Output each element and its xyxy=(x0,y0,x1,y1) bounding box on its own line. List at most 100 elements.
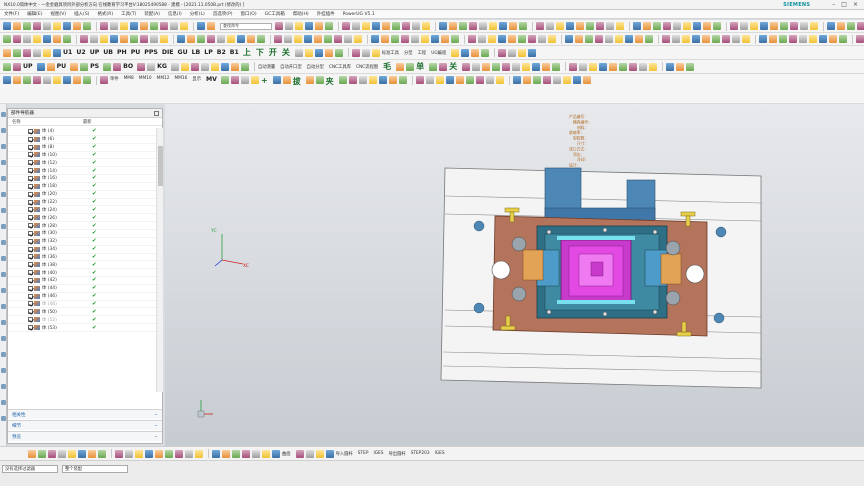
macro-button[interactable]: U2 xyxy=(76,49,85,56)
macro-button[interactable]: PS xyxy=(90,63,99,70)
command-search-input[interactable]: 查找命令 xyxy=(220,22,272,30)
maximize-icon[interactable]: □ xyxy=(841,1,847,8)
tool-icon[interactable] xyxy=(210,62,219,71)
tool-icon[interactable] xyxy=(827,22,835,30)
tool-icon[interactable] xyxy=(579,62,588,71)
navigator-row[interactable]: 体 (42) ✔ xyxy=(8,277,156,285)
tool-icon[interactable] xyxy=(98,449,106,458)
tool-icon[interactable] xyxy=(512,76,521,84)
tool-icon[interactable] xyxy=(382,22,390,30)
visibility-checkbox[interactable] xyxy=(28,223,33,229)
visibility-checkbox[interactable] xyxy=(28,128,33,134)
tool-icon[interactable] xyxy=(538,35,546,43)
tool-icon[interactable] xyxy=(750,22,758,30)
tool-label[interactable]: UG编程 xyxy=(431,50,446,56)
tool-icon[interactable] xyxy=(662,35,670,43)
sidebar-tool-icon[interactable] xyxy=(1,144,6,149)
navigator-row[interactable]: 体 (10) ✔ xyxy=(8,152,156,160)
navigator-row[interactable]: 体 (6) ✔ xyxy=(8,136,156,144)
tool-icon[interactable] xyxy=(532,62,541,71)
navigator-scrollbar[interactable] xyxy=(156,128,163,392)
visibility-checkbox[interactable] xyxy=(28,199,33,205)
tool-label[interactable]: 工程 xyxy=(418,50,427,56)
visibility-checkbox[interactable] xyxy=(28,191,33,197)
tool-icon[interactable] xyxy=(425,76,434,84)
tool-icon[interactable] xyxy=(522,62,531,71)
navigator-row[interactable]: 体 (32) ✔ xyxy=(8,238,156,246)
tool-icon[interactable] xyxy=(479,22,487,30)
sidebar-tool-icon[interactable] xyxy=(1,256,6,261)
tool-icon[interactable] xyxy=(693,22,701,30)
tool-icon[interactable] xyxy=(401,35,409,43)
tool-icon[interactable] xyxy=(80,35,88,43)
visibility-checkbox[interactable] xyxy=(28,230,33,236)
macro-button[interactable]: GU xyxy=(177,49,187,56)
tool-icon[interactable] xyxy=(712,35,720,43)
tool-icon[interactable] xyxy=(368,76,377,84)
tool-icon[interactable] xyxy=(220,62,229,71)
tool-icon[interactable] xyxy=(676,62,685,71)
tool-icon[interactable] xyxy=(230,76,239,84)
tool-icon[interactable] xyxy=(645,35,653,43)
sidebar-tool-icon[interactable] xyxy=(1,336,6,341)
column-name[interactable]: 名称 xyxy=(8,119,83,125)
tool-icon[interactable] xyxy=(683,22,691,30)
tool-icon[interactable] xyxy=(742,35,750,43)
tool-icon[interactable] xyxy=(352,22,360,30)
tool-icon[interactable] xyxy=(455,76,464,84)
sidebar-tool-icon[interactable] xyxy=(1,112,6,117)
tool-icon[interactable] xyxy=(315,449,324,458)
tool-icon[interactable] xyxy=(53,48,61,57)
tool-icon[interactable] xyxy=(760,22,768,30)
sidebar-tool-icon[interactable] xyxy=(1,288,6,293)
macro-button[interactable]: LP xyxy=(204,49,212,56)
selection-filter[interactable]: 没有选择过滤器 xyxy=(2,465,58,473)
tool-icon[interactable] xyxy=(371,35,379,43)
tool-icon[interactable] xyxy=(295,22,303,30)
tool-icon[interactable] xyxy=(58,449,66,458)
tool-label[interactable]: 导入圆杆 xyxy=(336,451,353,457)
macro-button[interactable]: UP xyxy=(23,63,33,70)
tool-icon[interactable] xyxy=(508,48,517,57)
tool-icon[interactable] xyxy=(33,48,41,57)
tool-icon[interactable] xyxy=(402,22,410,30)
tool-icon[interactable] xyxy=(462,62,471,71)
tool-icon[interactable] xyxy=(325,22,333,30)
tool-icon[interactable] xyxy=(666,62,675,71)
tool-icon[interactable] xyxy=(80,62,89,71)
quick-button[interactable]: 单 xyxy=(416,61,424,72)
tool-icon[interactable] xyxy=(348,76,357,84)
tool-icon[interactable] xyxy=(536,22,544,30)
navigator-row[interactable]: 体 (34) ✔ xyxy=(8,246,156,254)
menu-item[interactable]: PowerUG V5.1 xyxy=(343,12,375,17)
tool-icon[interactable] xyxy=(103,62,112,71)
tool-icon[interactable] xyxy=(227,35,235,43)
tool-icon[interactable] xyxy=(381,35,389,43)
tool-icon[interactable] xyxy=(519,22,527,30)
tool-icon[interactable] xyxy=(88,449,96,458)
tool-icon[interactable] xyxy=(304,35,312,43)
tool-icon[interactable] xyxy=(140,22,148,30)
tool-icon[interactable] xyxy=(120,22,128,30)
sidebar-tool-icon[interactable] xyxy=(1,272,6,277)
navigator-row[interactable]: 体 (18) ✔ xyxy=(8,183,156,191)
tool-icon[interactable] xyxy=(398,76,407,84)
close-icon[interactable]: × xyxy=(853,1,858,8)
tool-label[interactable]: 曲面 xyxy=(282,451,291,457)
tool-icon[interactable] xyxy=(639,62,648,71)
visibility-checkbox[interactable] xyxy=(28,293,33,299)
tool-icon[interactable] xyxy=(220,76,229,84)
tool-icon[interactable] xyxy=(509,22,517,30)
tool-label[interactable]: MM16 xyxy=(175,76,188,81)
tool-icon[interactable] xyxy=(498,35,506,43)
tool-icon[interactable] xyxy=(170,22,178,30)
tool-icon[interactable] xyxy=(240,76,249,84)
tool-label[interactable]: MM10 xyxy=(139,76,152,81)
tool-icon[interactable] xyxy=(362,22,370,30)
tool-icon[interactable] xyxy=(262,449,270,458)
tool-icon[interactable] xyxy=(23,48,31,57)
visibility-checkbox[interactable] xyxy=(28,254,33,260)
tool-label[interactable]: 显示 xyxy=(192,76,201,82)
tool-icon[interactable] xyxy=(83,22,91,30)
navigator-row[interactable]: 体 (48) ✔ xyxy=(8,301,156,309)
